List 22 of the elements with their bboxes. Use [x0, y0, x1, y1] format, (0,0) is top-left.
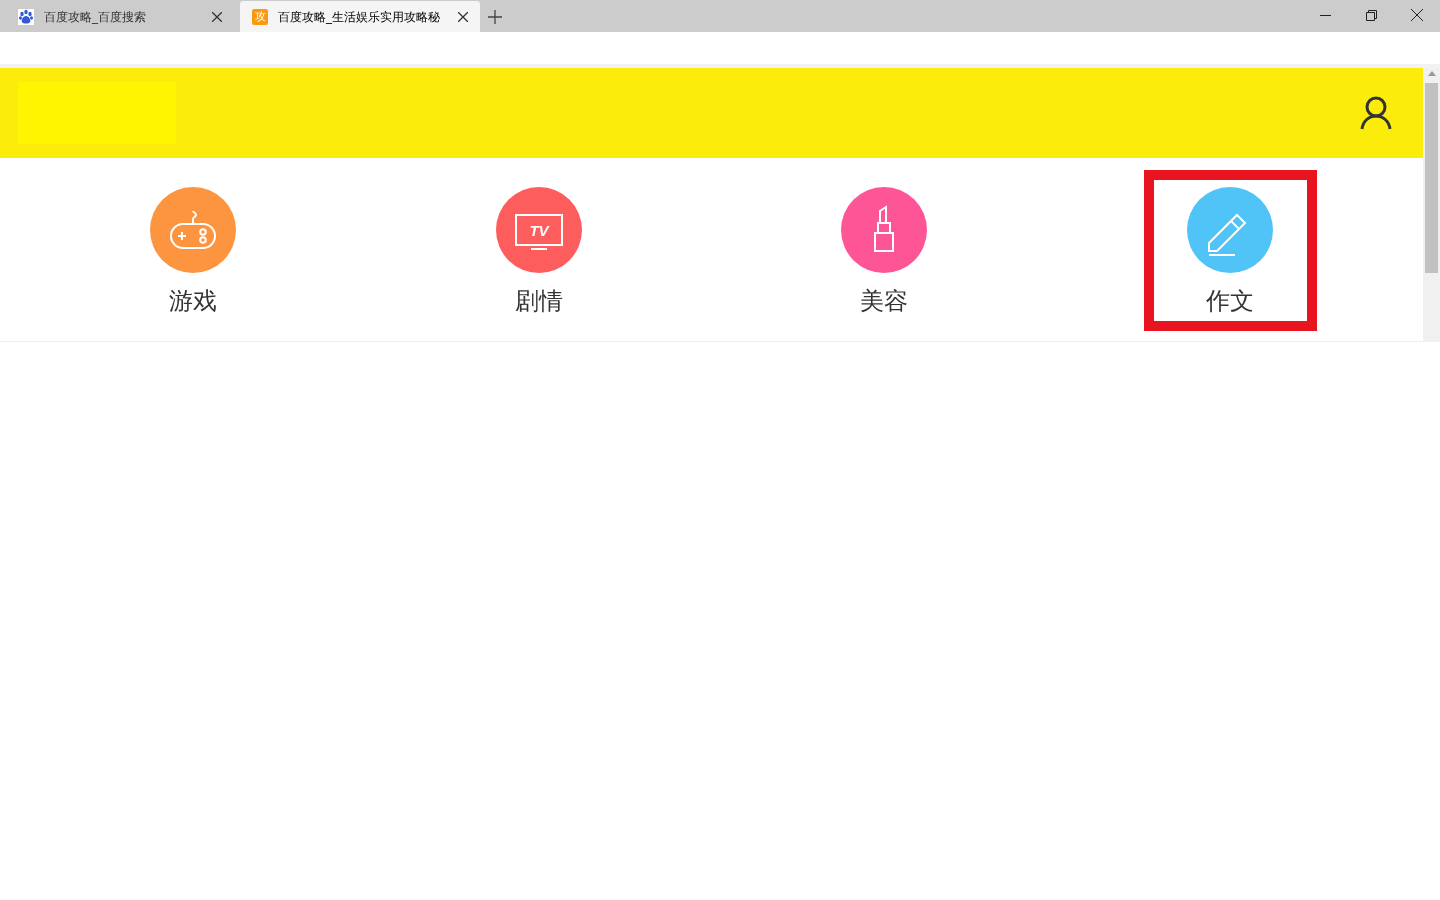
- plus-icon[interactable]: [488, 10, 502, 24]
- tab-title: 百度攻略_百度搜索: [44, 8, 147, 26]
- category-label[interactable]: 作文: [1206, 283, 1255, 319]
- user-icon[interactable]: [1360, 96, 1392, 130]
- category-label[interactable]: 美容: [860, 283, 909, 319]
- browser-tab[interactable]: 百度攻略_百度搜索: [0, 1, 240, 32]
- scroll-up-icon[interactable]: [1427, 71, 1436, 76]
- paw-icon: [18, 8, 34, 25]
- favicon-badge: 攻: [252, 8, 268, 25]
- category-label[interactable]: 游戏: [168, 283, 217, 319]
- tab-title: 百度攻略_生活娱乐实用攻略秘: [278, 8, 441, 26]
- lipstick-icon[interactable]: [841, 187, 928, 273]
- category-label[interactable]: 剧情: [514, 283, 563, 319]
- browser-tab[interactable]: 攻 百度攻略_生活娱乐实用攻略秘: [240, 1, 480, 32]
- pencil-icon[interactable]: [1187, 187, 1274, 273]
- scroll-thumb[interactable]: [1425, 83, 1438, 273]
- restore-icon[interactable]: [1365, 9, 1377, 21]
- scrollbar[interactable]: [1423, 68, 1440, 342]
- close-icon[interactable]: [212, 11, 222, 22]
- close-icon[interactable]: [1411, 9, 1423, 21]
- gamepad-icon[interactable]: [149, 187, 236, 273]
- close-icon[interactable]: [458, 11, 468, 22]
